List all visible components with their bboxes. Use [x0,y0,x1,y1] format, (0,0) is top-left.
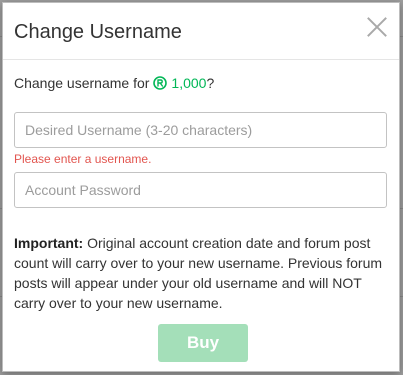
password-field[interactable] [14,172,387,208]
dialog-header: Change Username [3,3,399,60]
robux-icon [153,76,168,90]
change-username-dialog: Change Username Change username for 1,00… [2,2,400,372]
username-field[interactable] [14,112,387,148]
buy-button[interactable]: Buy [158,324,248,362]
important-notice: Important: Original account creation dat… [14,233,389,313]
username-error: Please enter a username. [14,152,152,166]
dialog-body: Change username for 1,000 ? Please enter… [14,73,389,311]
price-value: 1,000 [171,75,207,91]
username-input[interactable] [15,113,386,147]
prompt-suffix: ? [206,75,215,91]
notice-label: Important: [14,235,84,251]
dialog-title: Change Username [14,21,182,43]
close-icon[interactable] [366,16,388,38]
prompt-prefix: Change username for [14,75,150,91]
password-input[interactable] [15,173,386,207]
price-prompt: Change username for 1,000 ? [14,73,389,93]
